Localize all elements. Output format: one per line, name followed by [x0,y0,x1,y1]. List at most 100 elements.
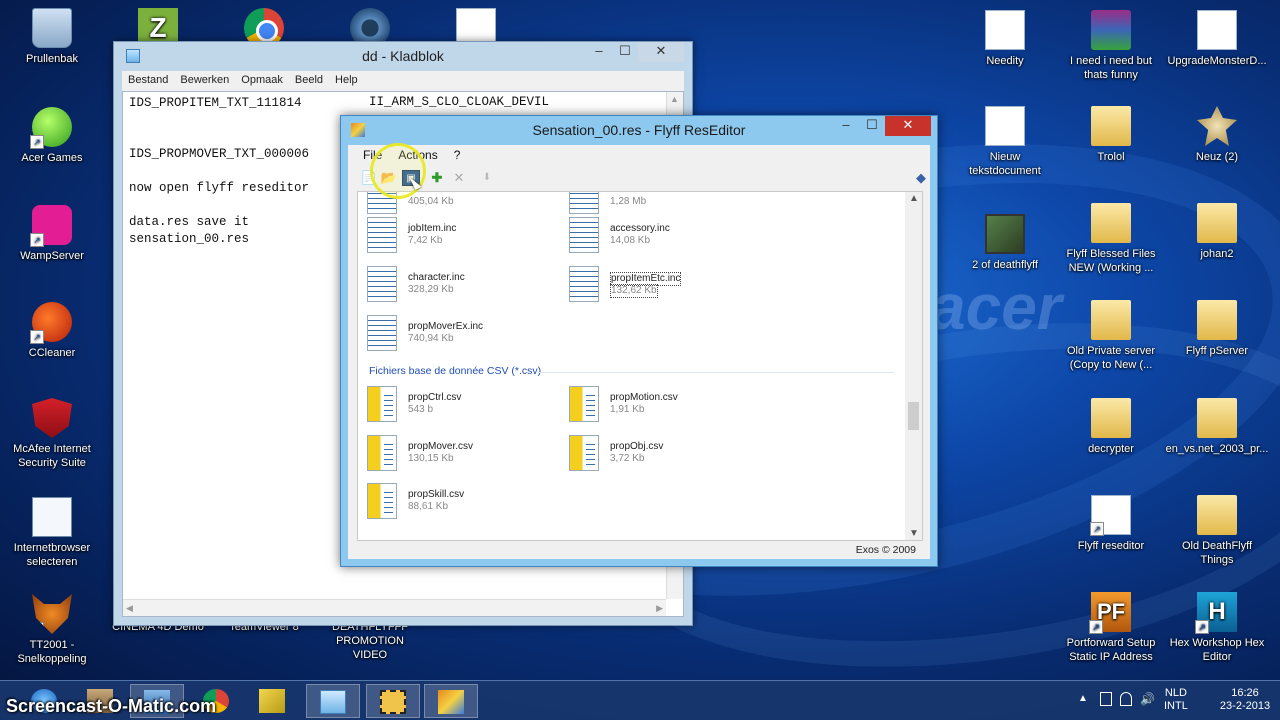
desktop-icon-mcafee[interactable]: McAfee Internet Security Suite [0,398,104,470]
move-icon[interactable]: ⬇ [478,170,496,186]
close-button[interactable]: ✕ [885,116,931,136]
fox-icon [32,594,72,634]
desktop-icon-label: Portforward Setup Static IP Address [1066,637,1156,663]
desktop-icon-deathflyff-video[interactable]: 2 of deathflyff [953,214,1057,272]
desktop-icon-recycle-bin[interactable]: Prullenbak [0,8,104,66]
close-button[interactable]: ✕ [638,42,684,62]
desktop-icon-label: Nieuw tekstdocument [969,151,1041,177]
desktop-icon-decrypter[interactable]: decrypter [1059,398,1163,456]
file-size: 3,72 Kb [610,453,645,464]
menu-help[interactable]: Help [329,71,364,91]
desktop-icon-label: Hex Workshop Hex Editor [1169,637,1265,663]
desktop-icon-ccleaner[interactable]: CCleaner [0,302,104,360]
volume-icon[interactable]: 🔊 [1140,692,1155,706]
desktop-icon-label: Old Private server (Copy to New (... [1066,345,1156,371]
folder-icon [1091,398,1131,438]
desktop-icon-label: WampServer [20,250,84,262]
file-name: propMover.csv [408,441,474,452]
file-item[interactable]: character.inc 328,29 Kb [367,266,557,306]
ccleaner-icon [30,302,72,344]
desktop-icon-label: Old DeathFlyff Things [1181,540,1253,566]
menu-bewerken[interactable]: Bewerken [174,71,235,91]
maximize-button[interactable]: ☐ [612,42,638,62]
desktop-icon-portforward[interactable]: PF Portforward Setup Static IP Address [1059,592,1163,664]
taskbar-reseditor[interactable] [424,684,478,718]
desktop-icon-old-private-server[interactable]: Old Private server (Copy to New (... [1059,300,1163,372]
language-indicator[interactable]: NLD INTL [1164,687,1188,713]
horizontal-scrollbar[interactable]: ◀ ▶ [123,599,666,616]
desktop-icon-new-text-doc[interactable]: Nieuw tekstdocument [953,106,1057,178]
scroll-right-icon[interactable]: ▶ [656,603,663,614]
file-item[interactable]: propSkill.csv 88,61 Kb [367,483,557,523]
file-item[interactable]: jobItem.inc 7,42 Kb [367,217,557,257]
file-item[interactable]: propMover.csv 130,15 Kb [367,435,557,475]
tray-expand-icon[interactable]: ▲ [1078,693,1088,704]
scroll-left-icon[interactable]: ◀ [126,603,133,614]
desktop-icon-trolol[interactable]: Trolol [1059,106,1163,164]
file-item[interactable]: propMoverEx.inc 740,94 Kb [367,315,557,355]
minimize-button[interactable]: – [586,42,612,62]
desktop-icon-rar-archive[interactable]: I need i need but thats funny [1059,10,1163,82]
scrollbar-thumb[interactable] [908,402,919,430]
desktop-icon-neuz[interactable]: Neuz (2) [1165,106,1269,164]
desktop-icon-acer-games[interactable]: Acer Games [0,107,104,165]
csv-file-icon [569,386,599,422]
file-item[interactable]: accessory.inc 14,08 Kb [569,217,759,257]
desktop-icon-wampserver[interactable]: WampServer [0,205,104,263]
clock[interactable]: 16:26 23-2-2013 [1210,687,1280,713]
csv-group-header: Fichiers base de donnée CSV (*.csv) [369,365,542,377]
desktop-icon-flyff-reseditor[interactable]: Flyff reseditor [1059,495,1163,553]
menu-help[interactable]: ? [446,145,469,167]
scroll-down-icon[interactable]: ▼ [909,528,919,539]
delete-icon[interactable]: ✕ [450,170,468,186]
desktop-icon-flyff-blessed[interactable]: Flyff Blessed Files NEW (Working ... [1059,203,1163,275]
desktop-icon-tt2001[interactable]: TT2001 - Snelkoppeling [0,594,104,666]
maximize-button[interactable]: ☐ [859,116,885,136]
battery-icon[interactable] [1100,692,1112,706]
folder-icon [1197,495,1237,535]
desktop-icon-label: en_vs.net_2003_pr... [1165,443,1269,455]
desktop-icon-johan2[interactable]: johan2 [1165,203,1269,261]
file-item-selected[interactable]: propItemEtc.inc 132,62 Kb [569,266,759,306]
network-icon[interactable] [1120,692,1132,706]
scroll-up-icon[interactable]: ▲ [909,193,919,204]
desktop-icon-browser-select[interactable]: Internetbrowser selecteren [0,497,104,569]
file-item[interactable]: propMotion.csv 1,91 Kb [569,386,759,426]
desktop-icon-hex-workshop[interactable]: H Hex Workshop Hex Editor [1165,592,1269,664]
desktop-icon-needity[interactable]: Needity [953,10,1057,68]
taskbar-notepad[interactable] [306,684,360,718]
keyboard-layout: INTL [1164,700,1188,712]
file-size: 130,15 Kb [408,453,454,464]
desktop-icon-en-vs-net[interactable]: en_vs.net_2003_pr... [1165,398,1269,456]
vertical-scrollbar[interactable]: ▲ ▼ [905,192,922,540]
desktop-icon-upgrade-monster[interactable]: UpgradeMonsterD... [1165,10,1269,68]
scroll-up-icon[interactable]: ▲ [670,94,679,104]
csv-file-icon [569,435,599,471]
menu-beeld[interactable]: Beeld [289,71,329,91]
add-icon[interactable]: ✚ [428,170,446,186]
text-file-icon [367,266,397,302]
desktop-icon-old-deathflyff[interactable]: Old DeathFlyff Things [1165,495,1269,567]
desktop-icon-flyff-pserver[interactable]: Flyff pServer [1165,300,1269,358]
resource-file-list[interactable]: 405,04 Kb 1,28 Mb jobItem.inc 7,42 Kb ac… [357,191,923,541]
portforward-icon: PF [1089,592,1131,634]
layers-icon[interactable]: ◆ [912,170,930,186]
file-item[interactable]: 1,28 Mb [569,192,759,218]
group-divider [538,372,894,373]
taskbar-tool[interactable] [246,684,300,718]
notepad-titlebar[interactable]: dd - Kladblok – ☐ ✕ [114,42,692,70]
desktop-icon-label: Trolol [1097,151,1125,163]
desktop-icon-label: McAfee Internet Security Suite [13,443,91,469]
minimize-button[interactable]: – [833,116,859,136]
menu-bestand[interactable]: Bestand [122,71,174,91]
file-item[interactable]: propObj.csv 3,72 Kb [569,435,759,475]
menu-opmaak[interactable]: Opmaak [235,71,289,91]
desktop-icon-label: UpgradeMonsterD... [1167,55,1267,67]
text-file-icon [569,266,599,302]
file-size: 543 b [408,404,434,415]
file-item[interactable]: propCtrl.csv 543 b [367,386,557,426]
folder-icon [1091,203,1131,243]
taskbar-screencast[interactable] [366,684,420,718]
text-file-icon [569,217,599,253]
reseditor-window[interactable]: Sensation_00.res - Flyff ResEditor – ☐ ✕… [340,115,938,567]
